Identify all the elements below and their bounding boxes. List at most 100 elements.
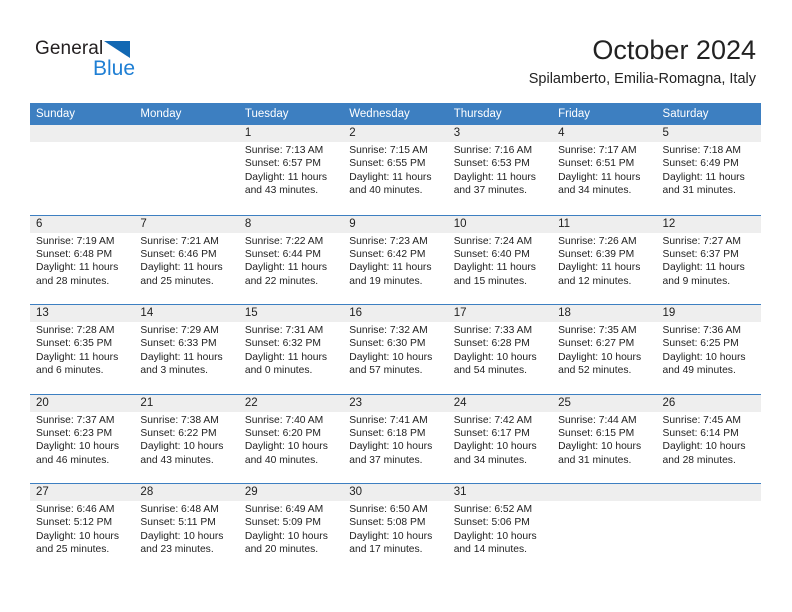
- day-number: 1: [244, 127, 252, 139]
- day-cell[interactable]: 25 Sunrise: 7:44 AM Sunset: 6:15 PM Dayligh…: [552, 395, 656, 484]
- day-number: 12: [662, 217, 676, 230]
- daylight-duration-line2: and 49 minutes.: [662, 365, 736, 377]
- day-cell[interactable]: 17 Sunrise: 7:33 AM Sunset: 6:28 PM Dayligh…: [448, 305, 552, 394]
- daylight-duration-line2: and 37 minutes.: [349, 454, 423, 466]
- day-cell[interactable]: 14 Sunrise: 7:29 AM Sunset: 6:33 PM Dayligh…: [134, 305, 238, 394]
- daylight-duration-line1: Daylight: 10 hours: [453, 441, 537, 453]
- general-blue-logo[interactable]: General Blue: [35, 38, 155, 84]
- day-cell[interactable]: 24 Sunrise: 7:42 AM Sunset: 6:17 PM Dayligh…: [448, 395, 552, 484]
- title-block: October 2024 Spilamberto, Emilia-Romagna…: [529, 34, 756, 88]
- day-cell[interactable]: 30 Sunrise: 6:50 AM Sunset: 5:08 PM Dayligh…: [343, 484, 447, 573]
- day-number: 30: [349, 486, 363, 498]
- day-cell[interactable]: 2 Sunrise: 7:15 AM Sunset: 6:55 PM Daylight…: [343, 125, 447, 215]
- day-details: Sunrise: 7:42 AM Sunset: 6:17 PM Daylight:…: [454, 414, 546, 468]
- day-cell[interactable]: 11 Sunrise: 7:26 AM Sunset: 6:39 PM Dayligh…: [552, 216, 656, 305]
- sunset-time: Sunset: 5:09 PM: [244, 517, 321, 529]
- day-details: Sunrise: 7:41 AM Sunset: 6:18 PM Daylight:…: [349, 414, 441, 468]
- day-cell[interactable]: 18 Sunrise: 7:35 AM Sunset: 6:27 PM Dayligh…: [552, 305, 656, 394]
- daylight-duration-line2: and 17 minutes.: [349, 544, 423, 556]
- day-details: Sunrise: 7:15 AM Sunset: 6:55 PM Daylight:…: [349, 144, 441, 198]
- daylight-duration-line2: and 22 minutes.: [244, 275, 319, 287]
- day-details: Sunrise: 6:49 AM Sunset: 5:09 PM Daylight:…: [245, 503, 337, 557]
- sunrise-time: Sunrise: 7:17 AM: [558, 145, 637, 156]
- daylight-duration-line1: Daylight: 11 hours: [140, 351, 223, 363]
- sunset-time: Sunset: 5:12 PM: [36, 517, 113, 529]
- sunrise-time: Sunrise: 7:32 AM: [349, 325, 428, 336]
- daylight-duration-line2: and 6 minutes.: [36, 365, 104, 377]
- sunrise-time: Sunrise: 7:24 AM: [453, 235, 533, 247]
- daylight-duration-line1: Daylight: 11 hours: [36, 262, 119, 274]
- day-details: Sunrise: 7:21 AM Sunset: 6:46 PM Daylight:…: [140, 235, 232, 289]
- daylight-duration-line2: and 14 minutes.: [453, 544, 527, 556]
- day-number: 29: [244, 486, 258, 498]
- weekday-header-saturday: Saturday: [662, 108, 709, 120]
- sunrise-time: Sunrise: 6:50 AM: [349, 504, 428, 515]
- sunset-time: Sunset: 6:20 PM: [244, 427, 321, 439]
- daylight-duration-line1: Daylight: 10 hours: [558, 441, 642, 453]
- day-details: Sunrise: 6:52 AM Sunset: 5:06 PM Daylight:…: [454, 503, 546, 557]
- daylight-duration-line1: Daylight: 10 hours: [453, 351, 537, 363]
- sunset-time: Sunset: 6:53 PM: [453, 158, 530, 170]
- day-number: 7: [140, 217, 147, 230]
- day-cell[interactable]: 21 Sunrise: 7:38 AM Sunset: 6:22 PM Dayligh…: [134, 395, 238, 484]
- sunset-time: Sunset: 5:11 PM: [140, 517, 216, 529]
- day-cell[interactable]: 23 Sunrise: 7:41 AM Sunset: 6:18 PM Dayligh…: [343, 395, 447, 484]
- daylight-duration-line2: and 0 minutes.: [244, 365, 313, 377]
- day-cell[interactable]: 27 Sunrise: 6:46 AM Sunset: 5:12 PM Dayligh…: [30, 484, 134, 573]
- sunrise-time: Sunrise: 7:45 AM: [662, 414, 741, 426]
- day-cell[interactable]: 20 Sunrise: 7:37 AM Sunset: 6:23 PM Dayligh…: [30, 395, 134, 484]
- sunset-time: Sunset: 6:44 PM: [244, 248, 321, 260]
- sunset-time: Sunset: 6:32 PM: [244, 338, 321, 350]
- daylight-duration-line1: Daylight: 11 hours: [558, 171, 641, 183]
- day-cell[interactable]: 12 Sunrise: 7:27 AM Sunset: 6:37 PM Dayligh…: [657, 216, 761, 305]
- daylight-duration-line2: and 34 minutes.: [453, 454, 527, 466]
- day-cell[interactable]: 1 Sunrise: 7:13 AM Sunset: 6:57 PM Daylight…: [239, 125, 343, 215]
- day-cell[interactable]: 16 Sunrise: 7:32 AM Sunset: 6:30 PM Dayligh…: [343, 305, 447, 394]
- day-number: 15: [244, 307, 258, 319]
- sunset-time: Sunset: 6:49 PM: [662, 158, 739, 170]
- day-details: Sunrise: 7:27 AM Sunset: 6:37 PM Daylight:…: [663, 235, 755, 289]
- sunrise-time: Sunrise: 7:40 AM: [244, 414, 324, 426]
- day-cell[interactable]: 15 Sunrise: 7:31 AM Sunset: 6:32 PM Dayligh…: [239, 305, 343, 394]
- day-cell[interactable]: 28 Sunrise: 6:48 AM Sunset: 5:11 PM Dayligh…: [134, 484, 238, 573]
- weekday-header-tuesday: Tuesday: [244, 108, 289, 120]
- weekday-header-sunday: Sunday: [36, 108, 76, 120]
- day-details: Sunrise: 6:48 AM Sunset: 5:11 PM Daylight:…: [140, 503, 232, 557]
- day-cell[interactable]: 29 Sunrise: 6:49 AM Sunset: 5:09 PM Dayligh…: [239, 484, 343, 573]
- sunrise-time: Sunrise: 6:52 AM: [453, 504, 533, 515]
- weekday-header-friday: Friday: [558, 108, 591, 120]
- day-cell[interactable]: 8 Sunrise: 7:22 AM Sunset: 6:44 PM Daylight…: [239, 216, 343, 305]
- day-details: Sunrise: 7:32 AM Sunset: 6:30 PM Daylight:…: [349, 324, 441, 378]
- daylight-duration-line2: and 31 minutes.: [558, 454, 632, 466]
- day-cell[interactable]: 4 Sunrise: 7:17 AM Sunset: 6:51 PM Daylight…: [552, 125, 656, 215]
- sunrise-time: Sunrise: 7:16 AM: [453, 145, 533, 156]
- day-details: Sunrise: 7:37 AM Sunset: 6:23 PM Daylight:…: [36, 414, 128, 468]
- day-cell[interactable]: 26 Sunrise: 7:45 AM Sunset: 6:14 PM Dayligh…: [657, 395, 761, 484]
- daylight-duration-line1: Daylight: 10 hours: [36, 530, 119, 542]
- day-details: Sunrise: 7:44 AM Sunset: 6:15 PM Daylight:…: [558, 414, 650, 468]
- sunrise-time: Sunrise: 7:44 AM: [558, 414, 637, 426]
- day-number: 8: [244, 217, 252, 230]
- sunrise-time: Sunrise: 7:42 AM: [453, 414, 533, 426]
- day-details: Sunrise: 7:13 AM Sunset: 6:57 PM Daylight:…: [245, 144, 337, 198]
- day-cell[interactable]: 10 Sunrise: 7:24 AM Sunset: 6:40 PM Dayligh…: [448, 216, 552, 305]
- day-cell[interactable]: 5 Sunrise: 7:18 AM Sunset: 6:49 PM Daylight…: [657, 125, 761, 215]
- day-cell[interactable]: 7 Sunrise: 7:21 AM Sunset: 6:46 PM Daylight…: [134, 216, 238, 305]
- day-cell[interactable]: 31 Sunrise: 6:52 AM Sunset: 5:06 PM Dayligh…: [448, 484, 552, 573]
- day-details: Sunrise: 7:22 AM Sunset: 6:44 PM Daylight:…: [245, 235, 337, 289]
- day-cell[interactable]: 6 Sunrise: 7:19 AM Sunset: 6:48 PM Daylight…: [30, 216, 134, 305]
- day-number: 22: [244, 396, 258, 409]
- day-cell[interactable]: 3 Sunrise: 7:16 AM Sunset: 6:53 PM Daylight…: [448, 125, 552, 215]
- daylight-duration-line2: and 43 minutes.: [244, 185, 319, 197]
- daylight-duration-line1: Daylight: 10 hours: [349, 351, 433, 363]
- day-number: 2: [349, 127, 356, 139]
- day-cell[interactable]: 19 Sunrise: 7:36 AM Sunset: 6:25 PM Dayligh…: [657, 305, 761, 394]
- day-number: 25: [558, 396, 571, 409]
- day-cell[interactable]: 22 Sunrise: 7:40 AM Sunset: 6:20 PM Dayligh…: [239, 395, 343, 484]
- logo-triangle-icon: [104, 41, 130, 58]
- daylight-duration-line1: Daylight: 10 hours: [140, 441, 224, 453]
- daylight-duration-line1: Daylight: 11 hours: [453, 262, 536, 274]
- day-cell[interactable]: 13 Sunrise: 7:28 AM Sunset: 6:35 PM Dayligh…: [30, 305, 134, 394]
- day-number: 18: [558, 307, 571, 319]
- day-cell[interactable]: 9 Sunrise: 7:23 AM Sunset: 6:42 PM Daylight…: [343, 216, 447, 305]
